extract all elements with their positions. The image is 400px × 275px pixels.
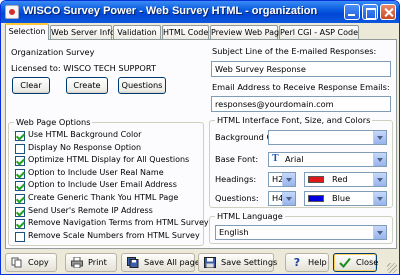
option-label: Use HTML Background Color — [28, 130, 142, 139]
option-label: Send User's Remote IP Address — [28, 205, 153, 215]
checked-box-icon[interactable] — [15, 206, 25, 217]
print-button[interactable]: Print — [65, 253, 117, 272]
copy-icon — [11, 257, 22, 268]
html-language-group: HTML Language English — [209, 211, 393, 244]
save-all-icon — [127, 257, 139, 268]
questions-label: Questions: — [215, 193, 259, 203]
close-button[interactable]: Close — [333, 253, 379, 272]
language-value: English — [219, 227, 249, 237]
checked-box-icon[interactable] — [15, 131, 25, 141]
resize-grip[interactable] — [387, 263, 397, 273]
chevron-down-icon — [282, 173, 295, 186]
tab-preview-web-page[interactable]: Preview Web Page — [210, 25, 284, 39]
chevron-down-icon — [373, 226, 386, 239]
base-font-label: Base Font: — [215, 154, 259, 164]
option-label: Create Generic Thank You HTML Page — [28, 193, 179, 202]
chevron-down-icon — [373, 131, 386, 144]
truetype-font-icon: T — [272, 153, 279, 164]
web-page-options-title: Web Page Options — [14, 117, 93, 127]
option-label: Option to Include User Email Address — [28, 180, 177, 190]
clear-button[interactable]: Clear — [12, 77, 50, 94]
base-font-select[interactable]: T Arial — [268, 152, 387, 167]
help-button[interactable]: ? Help — [285, 253, 329, 272]
questions-color-select[interactable]: Blue — [304, 191, 387, 206]
html-interface-title: HTML Interface Font, Size, and Colors — [215, 115, 373, 125]
headings-color-select[interactable]: Red — [304, 172, 387, 187]
checked-box-icon[interactable] — [15, 194, 25, 204]
chevron-down-icon — [373, 192, 386, 205]
questions-size-select[interactable]: H4 — [268, 191, 296, 206]
option-label: Remove Navigation Terms from HTML Survey — [28, 218, 209, 228]
app-icon — [5, 5, 19, 19]
questions-color-swatch — [308, 195, 324, 202]
close-window-button[interactable] — [380, 4, 396, 20]
background-color-select[interactable] — [268, 130, 387, 145]
window-title: WISCO Survey Power - Web Survey HTML - o… — [23, 5, 318, 17]
chevron-down-icon — [373, 153, 386, 166]
subject-input[interactable]: Web Survey Response — [211, 61, 391, 77]
maximize-button[interactable] — [362, 4, 378, 20]
base-font-value: Arial — [285, 154, 304, 164]
tab-selection[interactable]: Selection — [5, 23, 49, 40]
unchecked-box-icon[interactable] — [15, 143, 25, 154]
main-window: WISCO Survey Power - Web Survey HTML - o… — [0, 0, 400, 275]
save-all-pages-button[interactable]: Save All pages — [121, 253, 204, 272]
question-mark-icon: ? — [293, 256, 301, 269]
chevron-down-icon — [282, 192, 295, 205]
licensed-label: Licensed to: WISCO TECH SUPPORT — [11, 63, 156, 73]
help-label: Help — [308, 257, 327, 267]
tab-html-code[interactable]: HTML Code — [162, 25, 209, 39]
option-label: Remove Scale Numbers from HTML Survey — [28, 230, 200, 240]
checked-box-icon[interactable] — [15, 181, 25, 192]
unchecked-box-icon[interactable] — [15, 231, 25, 242]
html-language-title: HTML Language — [215, 211, 285, 221]
email-input[interactable]: responses@yourdomain.com — [211, 96, 391, 112]
selection-panel: Organization Survey Licensed to: WISCO T… — [5, 39, 397, 249]
headings-color-value: Red — [332, 174, 348, 184]
tab-web-server-info[interactable]: Web Server Info — [50, 25, 115, 39]
option-label: Display No Response Option — [28, 142, 142, 152]
checked-box-icon[interactable] — [15, 219, 25, 230]
subject-label: Subject Line of the E-mailed Responses: — [212, 46, 377, 56]
html-interface-group: HTML Interface Font, Size, and Colors Ba… — [209, 115, 393, 208]
bottom-toolbar: Copy Print Save All pages Save Settings … — [1, 251, 399, 274]
save-all-pages-label: Save All pages — [144, 257, 205, 267]
minimize-button[interactable] — [344, 4, 360, 20]
save-settings-label: Save Settings — [221, 257, 278, 267]
option-label: Option to Include User Real Name — [28, 167, 164, 177]
language-select[interactable]: English — [215, 225, 387, 240]
questions-button[interactable]: Questions — [118, 77, 166, 94]
printer-icon — [71, 257, 83, 268]
tab-perl-cgi-asp-code[interactable]: Perl CGI - ASP Code — [279, 25, 359, 39]
checked-box-icon[interactable] — [15, 168, 25, 179]
chevron-down-icon — [373, 173, 386, 186]
web-page-options-group: Web Page Options Use HTML Background Col… — [8, 117, 209, 246]
title-bar: WISCO Survey Power - Web Survey HTML - o… — [1, 1, 399, 23]
floppy-disk-icon — [204, 257, 216, 268]
copy-label: Copy — [28, 257, 49, 267]
email-label: Email Address to Receive Response Emails… — [212, 82, 390, 92]
tab-validation[interactable]: Validation — [113, 25, 161, 39]
checkmark-icon — [339, 257, 351, 268]
option-label: Optimize HTML Display for All Questions — [28, 155, 190, 165]
save-settings-button[interactable]: Save Settings — [198, 253, 278, 272]
create-button[interactable]: Create — [66, 77, 108, 94]
checked-box-icon[interactable] — [15, 156, 25, 167]
copy-button[interactable]: Copy — [5, 253, 57, 272]
headings-size-select[interactable]: H2 — [268, 172, 296, 187]
close-label: Close — [356, 257, 379, 267]
questions-color-value: Blue — [332, 193, 351, 203]
headings-color-swatch — [308, 176, 324, 183]
headings-label: Headings: — [215, 174, 257, 184]
organization-label: Organization Survey — [11, 47, 95, 57]
print-label: Print — [88, 257, 107, 267]
